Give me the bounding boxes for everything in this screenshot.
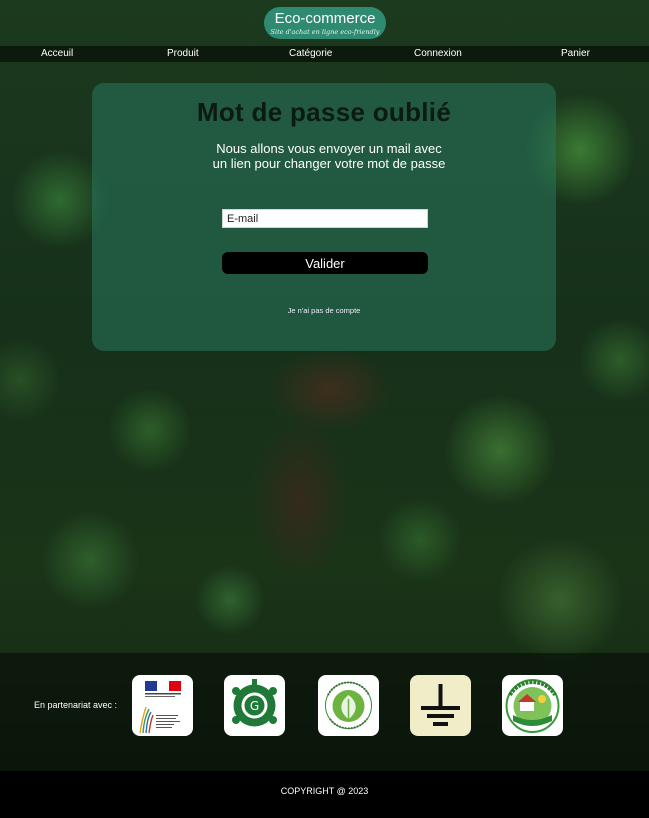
svg-text:G: G xyxy=(250,699,259,713)
french-ministry-logo-icon[interactable] xyxy=(132,675,193,736)
form-description: Nous allons vous envoyer un mail avec un… xyxy=(212,141,446,171)
nav-item-connexion[interactable]: Connexion xyxy=(414,46,462,62)
nav-item-panier[interactable]: Panier xyxy=(561,46,590,62)
ground-symbol-logo-icon[interactable] xyxy=(410,675,471,736)
nav-item-categorie[interactable]: Catégorie xyxy=(289,46,332,62)
nav-item-produit[interactable]: Produit xyxy=(167,46,199,62)
main-nav: Acceuil Produit Catégorie Connexion Pani… xyxy=(0,46,649,62)
site-footer: COPYRIGHT @ 2023 xyxy=(0,771,649,818)
nav-item-acceuil[interactable]: Acceuil xyxy=(41,46,73,62)
partners-label: En partenariat avec : xyxy=(34,700,118,710)
no-account-link[interactable]: Je n'ai pas de compte xyxy=(92,306,556,315)
ecologie-universelle-logo-icon[interactable] xyxy=(318,675,379,736)
logo-tagline: Site d'achat en ligne eco-friendly xyxy=(270,28,380,36)
submit-button[interactable]: Valider xyxy=(222,252,428,274)
copyright-text: COPYRIGHT @ 2023 xyxy=(280,786,369,796)
password-reset-card: Mot de passe oublié Nous allons vous env… xyxy=(92,83,556,351)
green-earth-logo-icon[interactable]: G xyxy=(224,675,285,736)
accueil-paysan-logo-icon[interactable] xyxy=(502,675,563,736)
logo-title: Eco-commerce xyxy=(274,10,376,27)
page-title: Mot de passe oublié xyxy=(196,97,452,127)
email-field[interactable] xyxy=(222,209,428,228)
partners-band: En partenariat avec : G xyxy=(0,653,649,771)
site-logo[interactable]: Eco-commerce Site d'achat en ligne eco-f… xyxy=(264,7,386,39)
